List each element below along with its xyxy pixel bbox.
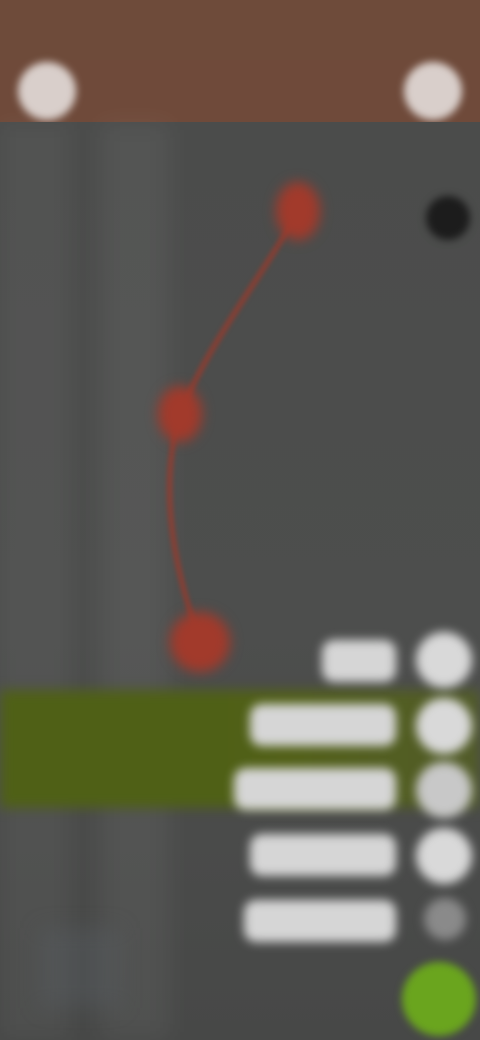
- side-action-button[interactable]: [416, 632, 472, 688]
- action-pill[interactable]: [250, 704, 396, 746]
- action-pill[interactable]: [244, 900, 396, 942]
- compass-icon[interactable]: [426, 196, 470, 240]
- action-pill[interactable]: [322, 640, 396, 682]
- route-marker[interactable]: [170, 612, 230, 672]
- side-action-button[interactable]: [416, 828, 472, 884]
- side-action-button[interactable]: [416, 698, 472, 754]
- route-line: [166, 210, 301, 642]
- add-icon[interactable]: [402, 962, 476, 1036]
- side-action-button[interactable]: [424, 898, 466, 940]
- action-pill[interactable]: [250, 834, 396, 876]
- action-pill[interactable]: [234, 768, 396, 810]
- route-marker[interactable]: [276, 182, 320, 240]
- map-label: [40, 928, 120, 1008]
- side-action-button[interactable]: [416, 762, 472, 818]
- route-marker[interactable]: [158, 386, 202, 442]
